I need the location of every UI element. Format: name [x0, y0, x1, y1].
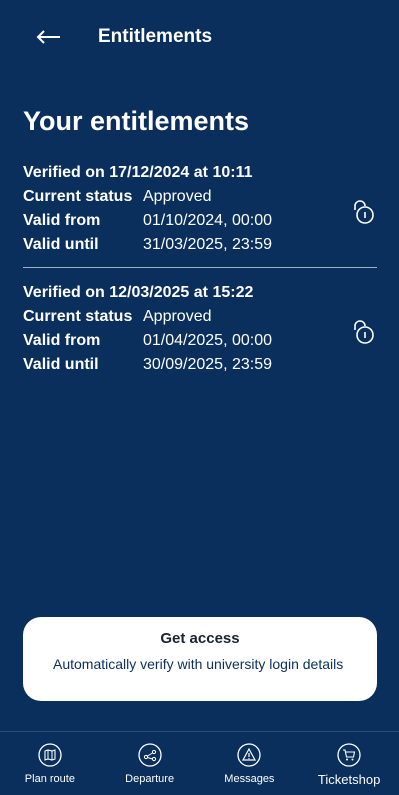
route-icon — [137, 743, 162, 767]
valid-from-value: 01/04/2025, 00:00 — [143, 332, 273, 349]
map-icon — [38, 743, 62, 767]
entitlement-heading: Verified on 17/12/2024 at 10:11 — [23, 164, 253, 181]
nav-departure[interactable]: Departure — [100, 732, 200, 795]
valid-from-label: Valid from — [23, 212, 101, 229]
nav-ticketshop[interactable]: Ticketshop — [299, 732, 399, 795]
entitlement-entry: Verified on 12/03/2025 at 15:22 Current … — [23, 284, 377, 377]
card-title: Get access — [160, 630, 240, 647]
get-access-card[interactable]: Get access Automatically verify with uni… — [23, 617, 377, 701]
back-button[interactable] — [34, 22, 64, 52]
valid-until-label: Valid until — [23, 356, 99, 373]
nav-label: Messages — [224, 773, 275, 785]
nav-label: Ticketshop — [317, 772, 381, 787]
app-header: Entitlements — [0, 0, 399, 75]
valid-until-value: 31/03/2025, 23:59 — [143, 236, 273, 253]
valid-until-value: 30/09/2025, 23:59 — [143, 356, 273, 373]
status-label: Current status — [23, 308, 133, 325]
header-title: Entitlements — [98, 26, 213, 47]
unlocked-icon — [354, 200, 374, 224]
nav-label: Departure — [125, 773, 175, 785]
cart-icon — [337, 743, 361, 767]
status-value: Approved — [143, 188, 212, 205]
valid-until-row: Valid until 30/09/2025, 23:59 — [23, 353, 377, 377]
valid-from-value: 01/10/2024, 00:00 — [143, 212, 273, 229]
status-value: Approved — [143, 308, 212, 325]
valid-from-label: Valid from — [23, 332, 101, 349]
valid-from-row: Valid from 01/10/2024, 00:00 — [23, 209, 377, 233]
nav-messages[interactable]: Messages — [200, 732, 300, 795]
nav-label: Plan route — [24, 773, 75, 785]
unlocked-icon — [354, 320, 374, 344]
page-title: Your entitlements — [23, 106, 250, 136]
valid-from-row: Valid from 01/04/2025, 00:00 — [23, 329, 377, 353]
status-row: Current status Approved — [23, 305, 377, 329]
arrow-left-icon — [36, 30, 60, 44]
valid-until-row: Valid until 31/03/2025, 23:59 — [23, 233, 377, 257]
bottom-nav: Plan route Departure Messages Ticketshop — [0, 732, 399, 795]
entitlement-entry: Verified on 17/12/2024 at 10:11 Current … — [23, 164, 377, 257]
valid-until-label: Valid until — [23, 236, 99, 253]
card-description: Automatically verify with university log… — [53, 656, 344, 672]
nav-plan-route[interactable]: Plan route — [0, 732, 100, 795]
divider — [23, 267, 377, 268]
entitlement-heading: Verified on 12/03/2025 at 15:22 — [23, 284, 254, 301]
warning-icon — [237, 743, 262, 767]
status-label: Current status — [23, 188, 133, 205]
status-row: Current status Approved — [23, 185, 377, 209]
